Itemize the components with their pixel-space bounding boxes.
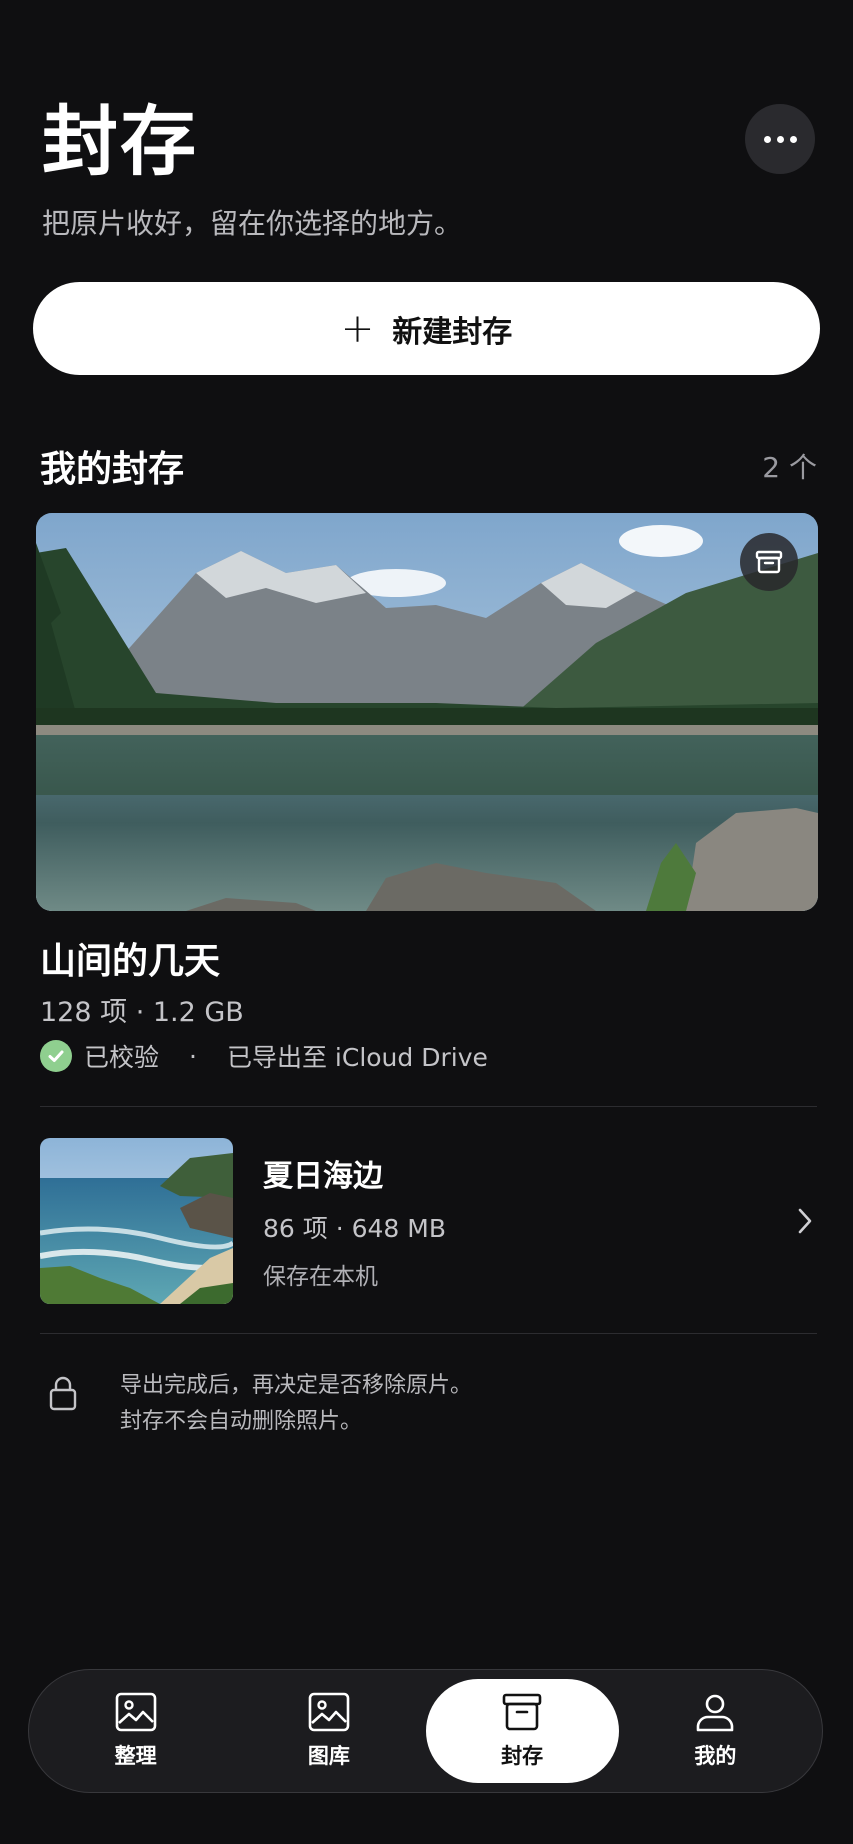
verified-label: 已校验 bbox=[84, 1043, 160, 1072]
photo-icon bbox=[115, 1692, 156, 1732]
tab-bar: 整理 图库 封存 我的 bbox=[28, 1669, 823, 1793]
tab-archive-label: 封存 bbox=[501, 1744, 544, 1768]
chevron-right-icon bbox=[793, 1203, 817, 1239]
more-button[interactable] bbox=[745, 104, 815, 174]
archive-box-icon bbox=[755, 550, 783, 574]
page-title: 封存 bbox=[42, 97, 198, 186]
note-line-2: 封存不会自动删除照片。 bbox=[120, 1409, 363, 1434]
note-text: 导出完成后，再决定是否移除原片。 封存不会自动删除照片。 bbox=[120, 1368, 472, 1440]
page-subtitle: 把原片收好，留在你选择的地方。 bbox=[42, 206, 463, 240]
section-header: 我的封存 2 个 bbox=[40, 440, 817, 492]
tab-library[interactable]: 图库 bbox=[232, 1679, 425, 1783]
tab-me-label: 我的 bbox=[694, 1744, 737, 1768]
beach-thumbnail bbox=[40, 1138, 233, 1304]
tab-me[interactable]: 我的 bbox=[619, 1679, 812, 1783]
archive-name: 夏日海边 bbox=[263, 1159, 383, 1194]
check-circle-icon bbox=[40, 1040, 72, 1072]
featured-archive-status: 已校验 · 已导出至 iCloud Drive bbox=[40, 1038, 488, 1074]
tab-archive[interactable]: 封存 bbox=[425, 1679, 619, 1783]
ellipsis-icon bbox=[763, 135, 771, 143]
divider bbox=[40, 1106, 817, 1107]
person-icon bbox=[697, 1694, 734, 1732]
archive-row-text: 夏日海边 86 项 · 648 MB 保存在本机 bbox=[263, 1151, 793, 1291]
archive-location: 保存在本机 bbox=[263, 1264, 378, 1290]
divider bbox=[40, 1333, 817, 1334]
archive-meta: 86 项 · 648 MB bbox=[263, 1214, 446, 1243]
export-location-label: 已导出至 iCloud Drive bbox=[226, 1043, 488, 1072]
photo-icon bbox=[308, 1692, 350, 1732]
status-separator: · bbox=[189, 1041, 197, 1071]
tab-organize-label: 整理 bbox=[114, 1744, 157, 1768]
new-archive-button[interactable]: + 新建封存 bbox=[33, 282, 820, 375]
featured-archive-cover[interactable] bbox=[36, 513, 818, 911]
section-count: 2 个 bbox=[762, 451, 817, 484]
tab-library-label: 图库 bbox=[307, 1744, 350, 1768]
note-line-1: 导出完成后，再决定是否移除原片。 bbox=[120, 1373, 473, 1398]
new-archive-label: 新建封存 bbox=[392, 314, 513, 350]
archive-badge bbox=[740, 533, 798, 591]
featured-archive-meta: 128 项 · 1.2 GB bbox=[40, 997, 244, 1028]
plus-icon: + bbox=[340, 305, 375, 352]
archive-box-icon bbox=[502, 1693, 542, 1731]
archive-row[interactable]: 夏日海边 86 项 · 648 MB 保存在本机 bbox=[40, 1138, 817, 1304]
section-title: 我的封存 bbox=[40, 449, 185, 490]
header: 封存 把原片收好，留在你选择的地方。 bbox=[42, 100, 811, 242]
mountain-lake-image bbox=[36, 513, 818, 911]
lock-icon bbox=[49, 1376, 77, 1411]
info-note: 导出完成后，再决定是否移除原片。 封存不会自动删除照片。 bbox=[48, 1368, 472, 1440]
featured-archive-name[interactable]: 山间的几天 bbox=[40, 932, 220, 984]
tab-organize[interactable]: 整理 bbox=[39, 1679, 232, 1783]
archive-screen: 封存 把原片收好，留在你选择的地方。 + 新建封存 我的封存 2 个 山间的几天… bbox=[0, 0, 853, 1844]
